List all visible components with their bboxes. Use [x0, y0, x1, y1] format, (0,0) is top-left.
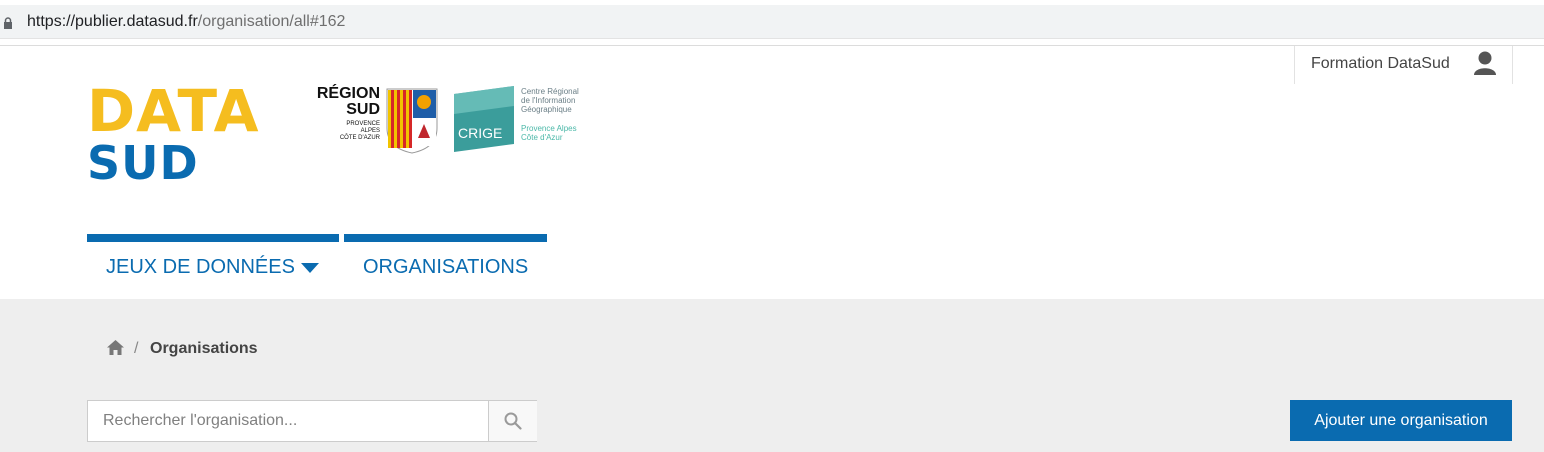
- search-icon: [504, 412, 522, 430]
- organisation-search: [87, 400, 537, 442]
- crige-description: Centre Régional de l'Information Géograp…: [521, 87, 579, 114]
- region-sud-logo: RÉGION SUD PROVENCE ALPES CÔTE D'AZUR: [310, 86, 440, 156]
- region-provinces: PROVENCE ALPES CÔTE D'AZUR: [340, 121, 380, 142]
- datasud-logo-sud[interactable]: SUD: [87, 140, 199, 186]
- crige-label: CRIGE: [458, 125, 502, 141]
- add-organisation-button[interactable]: Ajouter une organisation: [1290, 400, 1512, 441]
- region-title: RÉGION: [316, 85, 380, 102]
- nav-accent-datasets: [87, 234, 339, 242]
- breadcrumb-separator: /: [134, 340, 139, 357]
- browser-address-bar: https://publier.datasud.fr/organisation/…: [0, 0, 1544, 42]
- account-label: Formation DataSud: [1311, 55, 1450, 72]
- crige-desc-3: Géographique: [521, 105, 572, 114]
- account-menu[interactable]: Formation DataSud: [1294, 46, 1513, 84]
- crige-region: Provence Alpes Côte d'Azur: [521, 124, 577, 142]
- crige-region-2: Côte d'Azur: [521, 133, 563, 142]
- crige-desc-2: de l'Information: [521, 96, 576, 105]
- datasud-logo-data[interactable]: DATA: [87, 82, 259, 140]
- crige-logo-icon: CRIGE: [452, 84, 516, 159]
- crige-region-1: Provence Alpes: [521, 124, 577, 133]
- region-sub-1: PROVENCE: [346, 121, 380, 127]
- region-sub-2: ALPES: [360, 128, 380, 134]
- search-input[interactable]: [88, 401, 489, 441]
- url-text[interactable]: https://publier.datasud.fr/organisation/…: [27, 13, 345, 31]
- url-path: /organisation/all#162: [197, 13, 346, 30]
- lock-icon: [3, 17, 13, 35]
- nav-item-datasets[interactable]: JEUX DE DONNÉES: [106, 256, 295, 279]
- region-sub-3: CÔTE D'AZUR: [339, 135, 380, 141]
- nav-item-organisations[interactable]: ORGANISATIONS: [363, 256, 528, 279]
- address-field[interactable]: https://publier.datasud.fr/organisation/…: [0, 5, 1544, 39]
- caret-down-icon[interactable]: [300, 261, 320, 279]
- url-host: https://publier.datasud.fr: [27, 13, 198, 30]
- nav-accent-organisations: [344, 234, 547, 242]
- breadcrumb-current: Organisations: [150, 340, 258, 357]
- region-subtitle: SUD: [346, 101, 380, 118]
- search-button[interactable]: [488, 401, 537, 441]
- region-shield-icon: [386, 88, 438, 159]
- home-icon[interactable]: [106, 339, 125, 361]
- user-icon: [1473, 50, 1497, 81]
- crige-desc-1: Centre Régional: [521, 87, 579, 96]
